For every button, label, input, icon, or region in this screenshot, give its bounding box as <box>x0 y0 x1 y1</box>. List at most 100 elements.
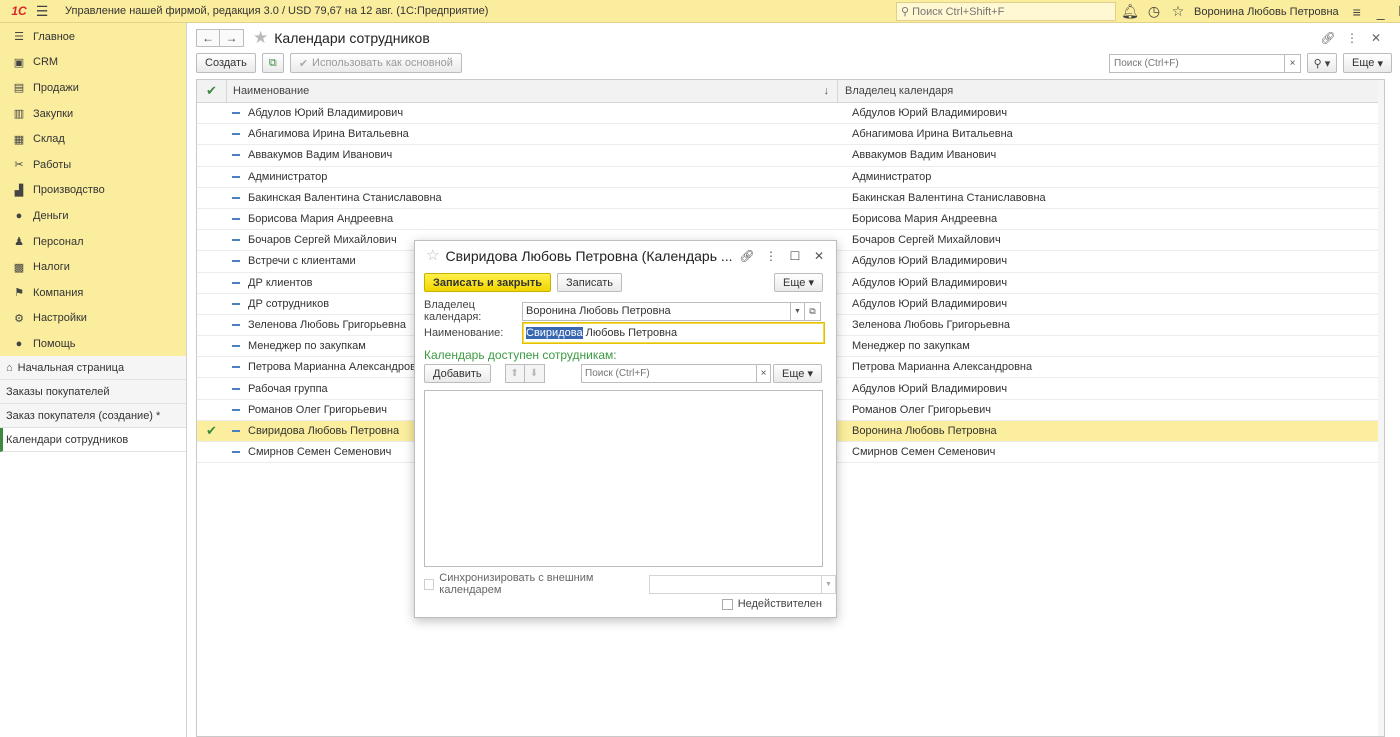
item-marker-icon <box>232 451 240 454</box>
save-button[interactable]: Записать <box>557 273 623 292</box>
sidebar-section-item[interactable]: ● Помощь <box>0 331 186 357</box>
chevron-down-icon[interactable]: ▼ <box>791 301 805 321</box>
row-owner: Абдулов Юрий Владимирович <box>852 297 1008 310</box>
access-search-input[interactable] <box>581 364 757 383</box>
restore-icon[interactable]: ❐ <box>1393 0 1400 23</box>
open-window-item[interactable]: Календари сотрудников <box>0 428 186 452</box>
copy-icon[interactable]: ⧉ <box>261 53 284 73</box>
sort-arrow-icon: ↓ <box>823 85 830 97</box>
history-icon[interactable]: ◷ <box>1142 0 1166 23</box>
table-row[interactable]: Борисова Мария Андреевна Борисова Мария А… <box>197 209 1384 231</box>
vertical-scrollbar[interactable] <box>1378 80 1384 736</box>
clear-search-icon[interactable]: × <box>757 364 771 383</box>
name-input[interactable]: Свиридова Любовь Петровна <box>522 322 825 344</box>
menu-icon[interactable]: ☰ <box>31 0 53 23</box>
table-row[interactable]: Аввакумов Вадим Иванович Аввакумов Вадим … <box>197 145 1384 167</box>
minimize-icon[interactable]: _ <box>1369 0 1393 23</box>
table-row[interactable]: Администратор Администратор <box>197 167 1384 188</box>
sidebar-section-item[interactable]: ▣ CRM <box>0 50 186 76</box>
row-owner: Администратор <box>852 170 932 183</box>
star-icon[interactable]: ☆ <box>1166 0 1190 23</box>
more-label: Еще <box>783 276 806 289</box>
bell-icon[interactable]: 🔔︎ <box>1118 0 1142 23</box>
search-button[interactable]: ⚲ ▾ <box>1307 53 1337 73</box>
clear-search-icon[interactable]: × <box>1285 53 1301 73</box>
chevron-down-icon[interactable]: ▼ <box>822 574 836 594</box>
settings-icon[interactable]: ≡ <box>1345 0 1369 23</box>
open-window-item[interactable]: Заказ покупателя (создание) * <box>0 404 186 428</box>
page-header: ← → ★ Календари сотрудников <box>196 29 430 47</box>
sidebar-section-item[interactable]: ▩ Налоги <box>0 254 186 280</box>
create-button[interactable]: Создать <box>196 53 256 73</box>
add-button[interactable]: Добавить <box>424 364 491 383</box>
sidebar-section-item[interactable]: ✂ Работы <box>0 152 186 178</box>
section-icon: ▩ <box>13 261 25 274</box>
home-icon: ⌂ <box>6 361 13 374</box>
row-name: Бакинская Валентина Станиславовна <box>248 191 442 204</box>
item-marker-icon <box>232 345 240 348</box>
sidebar-section-item[interactable]: ▤ Продажи <box>0 75 186 101</box>
section-icon: ● <box>15 209 23 222</box>
table-row[interactable]: Абдулов Юрий Владимирович Абдулов Юрий Вл… <box>197 103 1384 125</box>
save-and-close-button[interactable]: Записать и закрыть <box>424 273 552 292</box>
global-search[interactable]: ⚲ <box>896 2 1116 21</box>
table-row[interactable]: Бакинская Валентина Станиславовна Бакинск… <box>197 188 1384 209</box>
table-row[interactable]: Абнагимова Ирина Витальевна Абнагимова Ир… <box>197 124 1384 146</box>
column-name[interactable]: Наименование ↓ <box>226 80 837 103</box>
arrow-up-icon[interactable]: ⬆ <box>504 364 525 383</box>
owner-label: Владелец календаря: <box>424 299 482 323</box>
more-vert-icon[interactable]: ⋮ <box>1342 29 1362 47</box>
access-list[interactable] <box>424 390 823 567</box>
owner-input[interactable] <box>522 301 791 321</box>
user-name[interactable]: Воронина Любовь Петровна <box>1194 6 1339 18</box>
sidebar: ☰ Главное ▣ CRM ▤ Продажи ▥ Закупки ▦ Склад ✂ Работ… <box>0 23 187 737</box>
more-button[interactable]: Еще ▾ <box>1343 53 1392 73</box>
sidebar-section-item[interactable]: ▦ Склад <box>0 126 186 152</box>
list-toolbar: Создать ⧉ ✔ Использовать как основной <box>196 53 462 73</box>
more-vert-icon[interactable]: ⋮ <box>760 247 782 265</box>
use-default-button[interactable]: ✔ Использовать как основной <box>289 53 462 73</box>
column-owner[interactable]: Владелец календаря <box>837 80 1384 103</box>
favorite-star-icon[interactable]: ★ <box>253 29 268 47</box>
section-icon: ⚑ <box>14 287 24 300</box>
more-button[interactable]: Еще ▾ <box>773 364 822 383</box>
item-marker-icon <box>232 239 240 242</box>
sidebar-section-item[interactable]: ⚙ Настройки <box>0 306 186 332</box>
link-icon[interactable]: 🔗︎ <box>1318 29 1338 47</box>
favorite-star-icon[interactable]: ☆ <box>426 247 439 265</box>
sidebar-section-item[interactable]: ▥ Закупки <box>0 101 186 127</box>
open-window-item[interactable]: Заказы покупателей <box>0 380 186 404</box>
sidebar-section-label: Настройки <box>33 312 87 325</box>
close-icon[interactable]: ✕ <box>808 247 830 265</box>
section-icon: ♟ <box>14 236 24 249</box>
sync-calendar-input[interactable] <box>649 574 822 594</box>
arrow-down-icon[interactable]: ⬇ <box>524 364 545 383</box>
sidebar-section-item[interactable]: ● Деньги <box>0 203 186 229</box>
open-icon[interactable]: ⧉ <box>805 301 821 321</box>
item-marker-icon <box>232 260 240 263</box>
maximize-icon[interactable]: ☐ <box>784 247 806 265</box>
close-icon[interactable]: ✕ <box>1366 29 1386 47</box>
back-arrow-icon[interactable]: ← <box>196 29 220 47</box>
forward-arrow-icon[interactable]: → <box>220 29 244 47</box>
sidebar-section-item[interactable]: ♟ Персонал <box>0 229 186 255</box>
more-button[interactable]: Еще ▾ <box>774 273 823 292</box>
row-owner: Абдулов Юрий Владимирович <box>852 276 1008 289</box>
global-search-input[interactable] <box>912 5 1108 18</box>
sidebar-section-item[interactable]: ⚑ Компания <box>0 280 186 306</box>
sync-checkbox[interactable] <box>424 578 435 590</box>
owner-row: Владелец календаря: ▼ ⧉ <box>424 299 821 323</box>
more-label: Еще <box>782 367 805 380</box>
sidebar-section-item[interactable]: ☰ Главное <box>0 24 186 50</box>
owner-field: ▼ ⧉ <box>522 301 821 321</box>
link-icon[interactable]: 🔗︎ <box>736 247 758 265</box>
open-window-item[interactable]: ⌂ Начальная страница <box>0 356 186 380</box>
sidebar-section-label: Продажи <box>33 81 79 94</box>
list-search-input[interactable] <box>1109 53 1285 73</box>
row-owner: Менеджер по закупкам <box>852 340 970 353</box>
sidebar-section-item[interactable]: ▟ Производство <box>0 178 186 204</box>
check-column-icon: ✔ <box>206 83 217 98</box>
invalid-checkbox[interactable] <box>721 598 733 610</box>
check-icon: ✔ <box>298 57 309 70</box>
sidebar-section-label: Помощь <box>33 337 76 350</box>
